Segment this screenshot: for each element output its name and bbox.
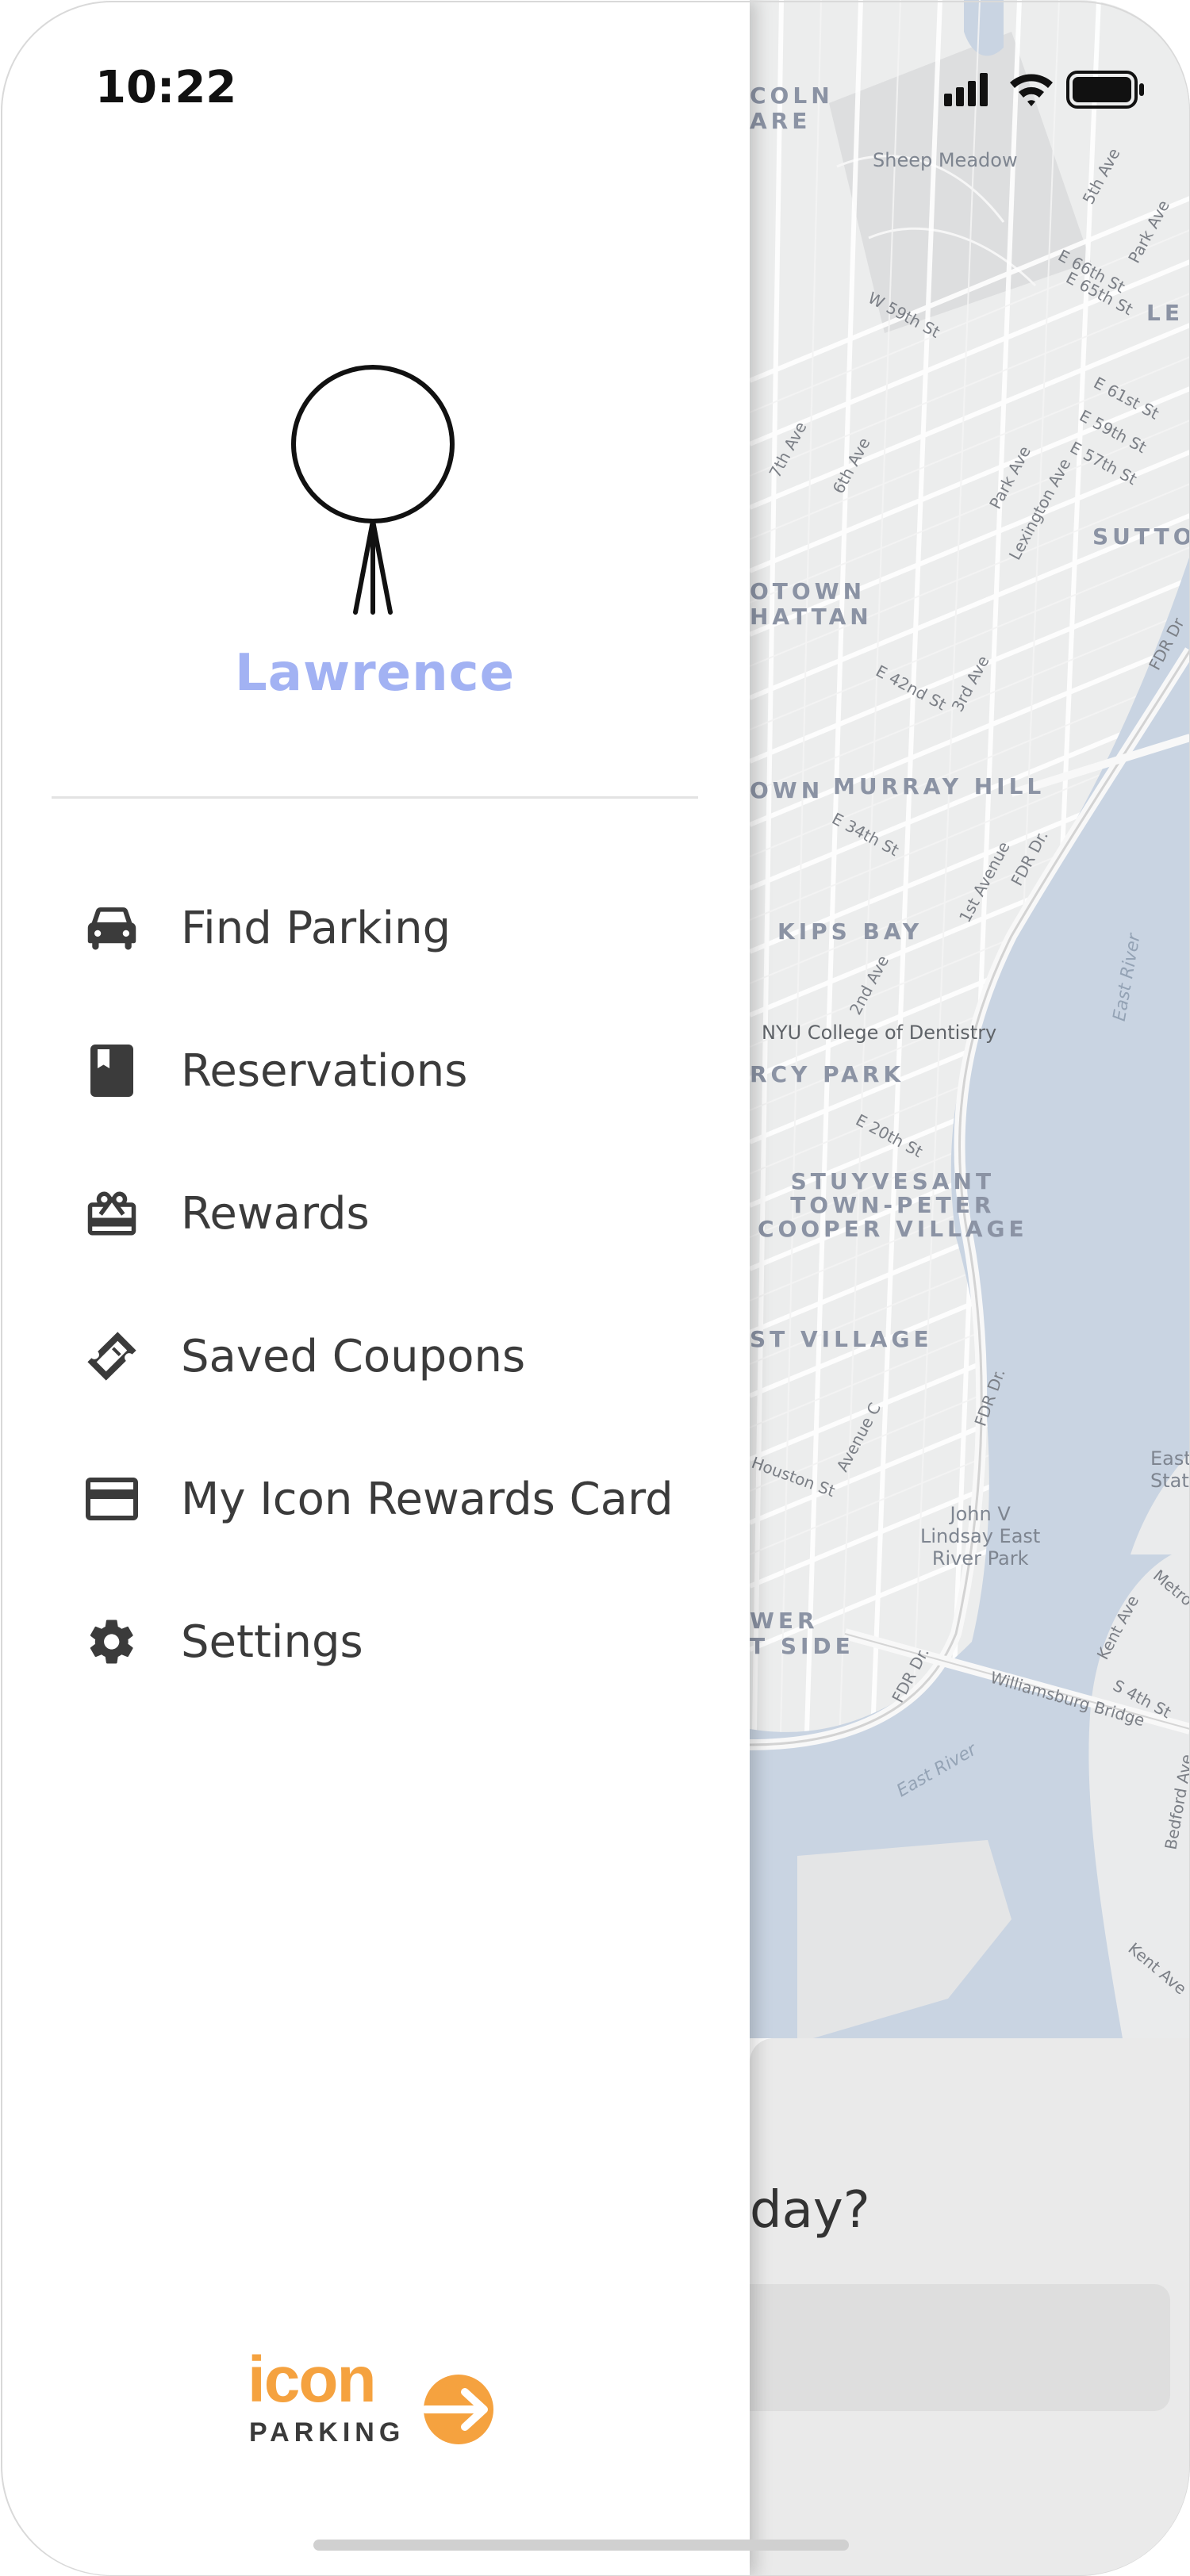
map-label-nyu-dentistry: NYU College of Dentistry bbox=[762, 1022, 997, 1044]
map-label-midtown: OTOWN HATTAN bbox=[750, 578, 873, 630]
gear-icon bbox=[84, 1614, 140, 1669]
menu-label-reservations: Reservations bbox=[181, 1045, 468, 1097]
map-label-john-v-lindsay: John V Lindsay East River Park bbox=[920, 1503, 1041, 1570]
status-icons bbox=[944, 67, 1190, 114]
battery-icon bbox=[1066, 71, 1144, 109]
menu-item-rewards-card[interactable]: My Icon Rewards Card bbox=[0, 1428, 750, 1570]
map-label-east-stat: East Stat bbox=[1150, 1447, 1190, 1492]
map-label-kips-bay: KIPS BAY bbox=[777, 918, 923, 945]
map-label-town: OWN bbox=[750, 777, 824, 803]
drawer-divider bbox=[52, 796, 698, 799]
sheet-search-field[interactable] bbox=[718, 2284, 1170, 2411]
gift-card-icon bbox=[84, 1186, 140, 1241]
menu-item-find-parking[interactable]: Find Parking bbox=[0, 857, 750, 999]
sheet-title: day? bbox=[750, 2181, 870, 2240]
map-view[interactable]: COLN ARE Sheep Meadow OTOWN HATTAN OWN MUR… bbox=[750, 0, 1190, 2038]
menu-label-saved-coupons: Saved Coupons bbox=[181, 1330, 526, 1382]
map-label-east-village: ST VILLAGE bbox=[750, 1326, 933, 1352]
menu-label-rewards-card: My Icon Rewards Card bbox=[181, 1473, 674, 1525]
credit-card-icon bbox=[84, 1471, 140, 1527]
icon-parking-logo: icon PARKING bbox=[248, 2348, 493, 2448]
menu-item-saved-coupons[interactable]: Saved Coupons bbox=[0, 1285, 750, 1428]
map-label-lower-east-side: WER T SIDE bbox=[750, 1608, 854, 1659]
wifi-icon bbox=[1010, 74, 1053, 106]
logo-sub: PARKING bbox=[249, 2417, 405, 2448]
map-label-stuyvesant: STUYVESANT TOWN-PETER COOPER VILLAGE bbox=[758, 1168, 1028, 1242]
map-label-murray-hill: MURRAY HILL bbox=[833, 773, 1046, 799]
avatar-balloon-icon[interactable] bbox=[286, 357, 460, 627]
map-label-sheep-meadow: Sheep Meadow bbox=[873, 149, 1018, 171]
status-time: 10:22 bbox=[95, 62, 237, 113]
search-sheet: day? bbox=[718, 2038, 1190, 2576]
menu-item-rewards[interactable]: Rewards bbox=[0, 1142, 750, 1285]
menu-label-settings: Settings bbox=[181, 1616, 363, 1668]
car-icon bbox=[84, 900, 140, 956]
user-name: Lawrence bbox=[235, 644, 515, 703]
menu-item-settings[interactable]: Settings bbox=[0, 1570, 750, 1713]
phone-screen: COLN ARE Sheep Meadow OTOWN HATTAN OWN MUR… bbox=[0, 0, 1190, 2576]
signal-icon bbox=[944, 73, 988, 106]
logo-word: icon bbox=[248, 2348, 375, 2416]
navigation-drawer: 10:22 Lawrence Find Parking Reservations bbox=[0, 0, 750, 2576]
menu-label-rewards: Rewards bbox=[181, 1187, 370, 1240]
home-indicator[interactable] bbox=[313, 2540, 849, 2551]
drawer-menu: Find Parking Reservations Rewards Saved … bbox=[0, 857, 750, 1713]
ticket-icon bbox=[84, 1328, 140, 1384]
map-label-lincoln-square: COLN ARE bbox=[750, 82, 834, 134]
menu-label-find-parking: Find Parking bbox=[181, 902, 451, 954]
map-label-gramercy: RCY PARK bbox=[750, 1061, 905, 1087]
menu-item-reservations[interactable]: Reservations bbox=[0, 999, 750, 1142]
book-icon bbox=[84, 1043, 140, 1098]
map-label-lenox: LE bbox=[1146, 300, 1184, 326]
map-label-sutton: SUTTO bbox=[1092, 523, 1190, 550]
